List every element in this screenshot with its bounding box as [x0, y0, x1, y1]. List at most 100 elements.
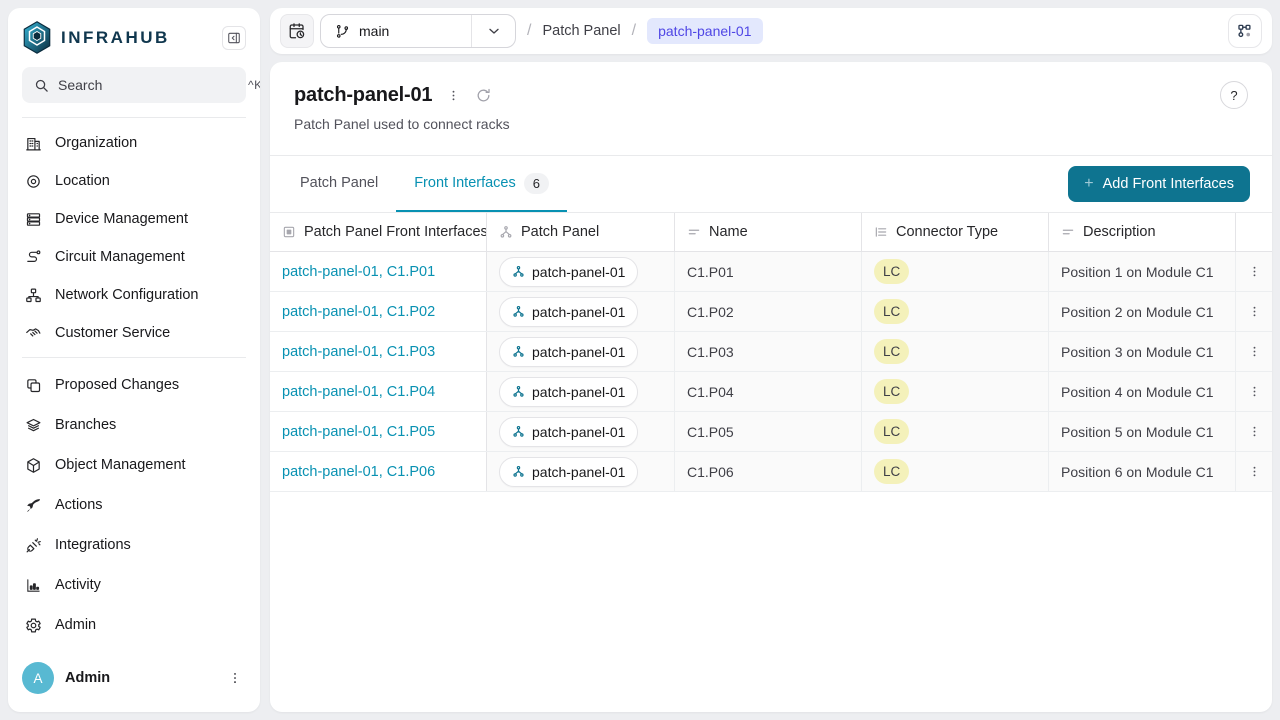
sidebar-item-admin[interactable]: Admin [8, 605, 260, 645]
user-row: A Admin [8, 652, 260, 712]
tab-front-interfaces[interactable]: Front Interfaces 6 [396, 156, 567, 212]
row-menu-button[interactable] [1242, 341, 1267, 362]
brand-name: INFRAHUB [61, 28, 170, 48]
title-block: patch-panel-01 Patch Panel used to conne… [270, 62, 1272, 156]
chip-label: patch-panel-01 [532, 464, 625, 480]
relationship-icon [499, 225, 513, 239]
sidebar-collapse-button[interactable] [222, 26, 246, 50]
patch-panel-chip[interactable]: patch-panel-01 [499, 417, 638, 447]
connector-type-badge: LC [874, 299, 909, 324]
interface-link[interactable]: patch-panel-01, C1.P06 [282, 464, 435, 480]
chip-label: patch-panel-01 [532, 424, 625, 440]
interface-link[interactable]: patch-panel-01, C1.P05 [282, 424, 435, 440]
column-header-connector-type[interactable]: Connector Type [862, 213, 1049, 251]
main-content: patch-panel-01 Patch Panel used to conne… [270, 62, 1272, 712]
sidebar-item-device-management[interactable]: Device Management [8, 200, 260, 238]
cell-description: Position 1 on Module C1 [1049, 252, 1236, 291]
description-value: Position 3 on Module C1 [1061, 344, 1214, 360]
row-menu-button[interactable] [1242, 301, 1267, 322]
nav-primary: Organization Location Device Management … [8, 124, 260, 352]
object-menu-button[interactable] [447, 89, 460, 102]
column-header-name[interactable]: Name [675, 213, 862, 251]
interface-link[interactable]: patch-panel-01, C1.P04 [282, 384, 435, 400]
patch-panel-chip[interactable]: patch-panel-01 [499, 457, 638, 487]
cell-patch-panel: patch-panel-01 [487, 372, 675, 411]
sidebar-item-proposed-changes[interactable]: Proposed Changes [8, 365, 260, 405]
sidebar-item-label: Proposed Changes [55, 377, 179, 393]
row-menu-button[interactable] [1242, 461, 1267, 482]
cell-description: Position 5 on Module C1 [1049, 412, 1236, 451]
breadcrumb-parent[interactable]: Patch Panel [542, 23, 620, 39]
name-value: C1.P06 [687, 464, 734, 480]
breadcrumb-separator: / [527, 22, 531, 40]
cube-icon [25, 457, 42, 474]
sidebar-item-label: Admin [55, 617, 96, 633]
sidebar-item-location[interactable]: Location [8, 162, 260, 200]
sidebar-item-organization[interactable]: Organization [8, 124, 260, 162]
chevron-down-icon [486, 23, 502, 39]
sidebar-item-label: Integrations [55, 537, 131, 553]
bar-chart-icon [25, 577, 42, 594]
cell-connector-type: LC [862, 412, 1049, 451]
refresh-button[interactable] [475, 87, 492, 104]
cell-front-interface: patch-panel-01, C1.P04 [270, 372, 487, 411]
search-box[interactable]: ^K [22, 67, 246, 103]
user-name: Admin [65, 670, 110, 686]
sidebar-item-customer-service[interactable]: Customer Service [8, 314, 260, 352]
description-value: Position 4 on Module C1 [1061, 384, 1214, 400]
branch-caret[interactable] [471, 15, 515, 47]
schema-visualizer-button[interactable] [1228, 14, 1262, 48]
table-row: patch-panel-01, C1.P01 patch-panel-01 C1… [270, 252, 1272, 292]
time-travel-button[interactable] [280, 14, 314, 48]
row-menu-button[interactable] [1242, 381, 1267, 402]
server-icon [25, 211, 42, 228]
kebab-icon [1248, 385, 1261, 398]
column-label: Connector Type [896, 224, 998, 240]
sidebar-item-object-management[interactable]: Object Management [8, 445, 260, 485]
help-button[interactable]: ? [1220, 81, 1248, 109]
calendar-clock-icon [288, 22, 306, 40]
column-header-description[interactable]: Description [1049, 213, 1236, 251]
sidebar-item-branches[interactable]: Branches [8, 405, 260, 445]
column-header-front-interfaces[interactable]: Patch Panel Front Interfaces [270, 213, 487, 251]
interface-link[interactable]: patch-panel-01, C1.P03 [282, 344, 435, 360]
tab-patch-panel[interactable]: Patch Panel [282, 156, 396, 212]
cell-patch-panel: patch-panel-01 [487, 252, 675, 291]
sidebar-item-activity[interactable]: Activity [8, 565, 260, 605]
branch-selector[interactable]: main [320, 14, 516, 48]
sidebar-item-actions[interactable]: Actions [8, 485, 260, 525]
text-lines-icon [687, 225, 701, 239]
kebab-icon [447, 89, 460, 102]
description-value: Position 2 on Module C1 [1061, 304, 1214, 320]
connector-type-badge: LC [874, 459, 909, 484]
sidebar-item-network-configuration[interactable]: Network Configuration [8, 276, 260, 314]
cell-connector-type: LC [862, 292, 1049, 331]
cell-connector-type: LC [862, 452, 1049, 491]
patch-panel-chip[interactable]: patch-panel-01 [499, 297, 638, 327]
patch-panel-chip[interactable]: patch-panel-01 [499, 377, 638, 407]
search-input[interactable] [58, 77, 239, 93]
diff-copy-icon [25, 377, 42, 394]
patch-panel-chip[interactable]: patch-panel-01 [499, 257, 638, 287]
description-value: Position 5 on Module C1 [1061, 424, 1214, 440]
breadcrumb-current[interactable]: patch-panel-01 [647, 18, 762, 44]
cell-name: C1.P05 [675, 412, 862, 451]
patch-panel-chip[interactable]: patch-panel-01 [499, 337, 638, 367]
column-header-patch-panel[interactable]: Patch Panel [487, 213, 675, 251]
git-branch-icon [335, 24, 350, 39]
schema-graph-icon [1236, 22, 1254, 40]
cell-name: C1.P03 [675, 332, 862, 371]
tab-count-badge: 6 [524, 173, 549, 194]
interface-link[interactable]: patch-panel-01, C1.P02 [282, 304, 435, 320]
user-menu-button[interactable] [224, 667, 246, 689]
row-menu-button[interactable] [1242, 261, 1267, 282]
topbar: main / Patch Panel / patch-panel-01 [270, 8, 1272, 54]
interface-link[interactable]: patch-panel-01, C1.P01 [282, 264, 435, 280]
sidebar-item-integrations[interactable]: Integrations [8, 525, 260, 565]
add-front-interfaces-button[interactable]: + Add Front Interfaces [1068, 166, 1250, 202]
sidebar-item-circuit-management[interactable]: Circuit Management [8, 238, 260, 276]
chip-label: patch-panel-01 [532, 344, 625, 360]
sidebar-item-label: Organization [55, 135, 137, 151]
table-body: patch-panel-01, C1.P01 patch-panel-01 C1… [270, 252, 1272, 492]
row-menu-button[interactable] [1242, 421, 1267, 442]
